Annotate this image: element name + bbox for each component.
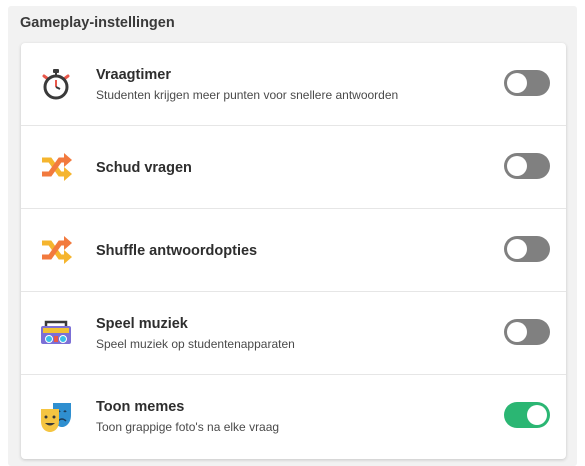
setting-title: Vraagtimer [96,67,171,83]
setting-row-speel-muziek: Speel muziek Speel muziek op studentenap… [21,292,566,375]
toggle-knob [507,239,527,259]
speel-muziek-toggle[interactable] [504,319,550,345]
toggle-knob [507,73,527,93]
setting-title: Speel muziek [96,316,188,332]
boombox-icon [39,316,73,350]
setting-description: Speel muziek op studentenapparaten [96,337,295,351]
setting-row-toon-memes: Toon memes Toon grappige foto's na elke … [21,375,566,458]
setting-title: Shuffle antwoordopties [96,243,258,259]
toggle-knob [527,405,547,425]
toggle-knob [507,156,527,176]
setting-row-shuffle-antwoordopties: Shuffle antwoordopties [21,209,566,292]
schud-vragen-toggle[interactable] [504,153,550,179]
setting-text: Shuffle antwoordopties [96,242,257,260]
toon-memes-toggle[interactable] [504,402,550,428]
setting-text: Vraagtimer Studenten krijgen meer punten… [96,66,398,103]
shuffle-antwoordopties-toggle[interactable] [504,236,550,262]
setting-title: Toon memes [96,399,185,415]
shuffle-icon [39,233,73,267]
setting-row-vraagtimer: Vraagtimer Studenten krijgen meer punten… [21,43,566,126]
setting-description: Studenten krijgen meer punten voor snell… [96,88,399,102]
stopwatch-icon [39,67,73,101]
setting-row-schud-vragen: Schud vragen [21,126,566,209]
shuffle-icon [39,150,73,184]
setting-text: Toon memes Toon grappige foto's na elke … [96,398,279,435]
setting-text: Speel muziek Speel muziek op studentenap… [96,315,295,352]
theater-masks-icon [39,399,73,433]
section-title: Gameplay-instellingen [20,15,175,31]
settings-card: Vraagtimer Studenten krijgen meer punten… [21,43,566,459]
setting-text: Schud vragen [96,159,192,177]
toggle-knob [507,322,527,342]
vraagtimer-toggle[interactable] [504,70,550,96]
setting-description: Toon grappige foto's na elke vraag [96,420,280,434]
setting-title: Schud vragen [96,160,192,176]
